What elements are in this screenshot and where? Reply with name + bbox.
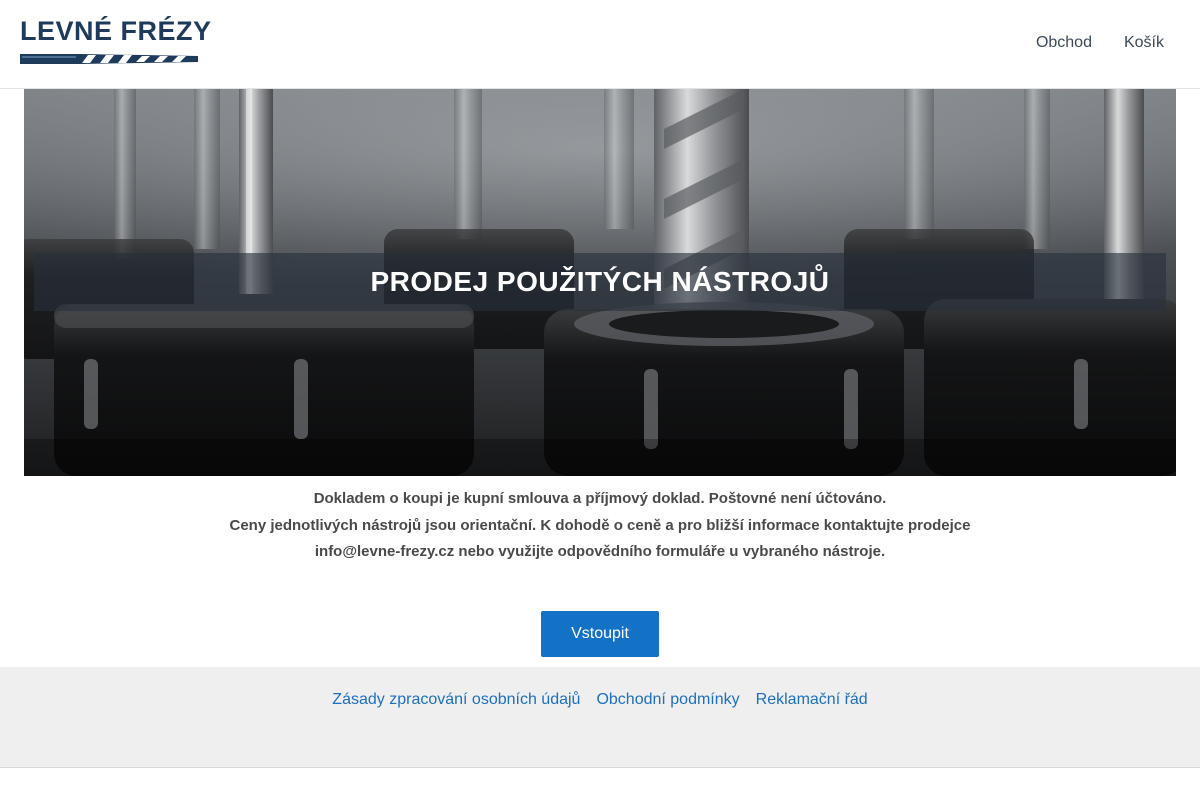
drill-bit-icon <box>20 54 198 64</box>
site-header: LEVNÉ FRÉZY Obchod Košík <box>0 0 1200 89</box>
footer-link-privacy[interactable]: Zásady zpracování osobních údajů <box>332 690 580 710</box>
footer-link-complaints[interactable]: Reklamační řád <box>756 690 868 710</box>
site-logo[interactable]: LEVNÉ FRÉZY <box>20 14 211 68</box>
hero-title-band: PRODEJ POUŽITÝCH NÁSTROJŮ <box>34 253 1166 311</box>
nav-link-shop[interactable]: Obchod <box>1036 32 1092 54</box>
enter-button[interactable]: Vstoupit <box>541 611 659 657</box>
info-line-receipt: Dokladem o koupi je kupní smlouva a příj… <box>313 490 887 507</box>
logo-text: LEVNÉ FRÉZY <box>20 16 212 46</box>
footer-link-terms[interactable]: Obchodní podmínky <box>596 690 739 710</box>
footer-links: Zásady zpracování osobních údajů Obchodn… <box>0 690 1200 710</box>
hero-title: PRODEJ POUŽITÝCH NÁSTROJŮ <box>370 266 830 297</box>
hero-banner: PRODEJ POUŽITÝCH NÁSTROJŮ <box>24 89 1176 476</box>
nav-link-cart[interactable]: Košík <box>1124 32 1164 54</box>
site-footer: Zásady zpracování osobních údajů Obchodn… <box>0 667 1200 768</box>
info-line-prices: Ceny jednotlivých nástrojů jsou orientač… <box>229 516 971 534</box>
main-nav: Obchod Košík <box>1036 32 1164 54</box>
purchase-info: Dokladem o koupi je kupní smlouva a příj… <box>0 486 1200 566</box>
info-line-contact: info@levne-frezy.cz nebo využijte odpově… <box>314 543 886 560</box>
